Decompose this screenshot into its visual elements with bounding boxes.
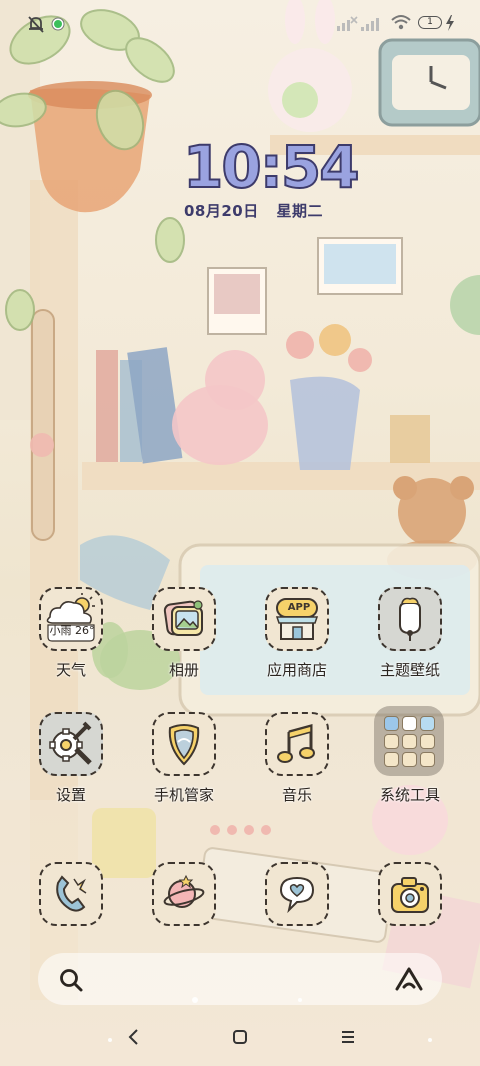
notification-muted-icon (28, 16, 44, 33)
signal-bars-icon (361, 18, 379, 31)
system-tools-folder-icon (374, 706, 444, 776)
app-label-theme-wallpaper: 主题壁纸 (379, 661, 440, 679)
status-bar: 1 (0, 0, 480, 50)
messages-heart-icon (265, 862, 329, 926)
battery-level: 1 (427, 17, 433, 27)
theme-wallpaper-icon (378, 587, 442, 651)
app-music[interactable]: 音乐 (247, 712, 347, 822)
weather-widget-text: 小雨 26° (49, 624, 95, 637)
clock-weekday: 星期二 (276, 202, 323, 220)
app-system-tools-folder[interactable]: 系统工具 (360, 706, 460, 822)
signal-x-icon (337, 16, 358, 31)
app-store-icon: APP (265, 587, 329, 651)
app-app-store[interactable]: APP 应用商店 (247, 587, 347, 697)
charging-icon (446, 15, 454, 31)
green-dot-icon (51, 17, 65, 31)
clock-time[interactable]: 10:54 (182, 137, 361, 197)
app-store-badge-text: APP (287, 602, 311, 613)
phone-icon (39, 862, 103, 926)
search-icon[interactable] (58, 967, 84, 993)
app-gallery[interactable]: 相册 (134, 587, 234, 697)
weather-icon: 小雨 26° (39, 587, 103, 651)
app-weather[interactable]: 小雨 26° 天气 (21, 587, 121, 697)
app-phone-manager[interactable]: 手机管家 (134, 712, 234, 822)
search-bar[interactable] (38, 953, 442, 1005)
app-settings[interactable]: 设置 (21, 712, 121, 822)
app-label-system-tools: 系统工具 (379, 786, 440, 804)
navigation-bar (0, 1010, 480, 1066)
gallery-icon (152, 587, 216, 651)
app-label-music: 音乐 (281, 786, 312, 804)
app-label-app-store: 应用商店 (266, 661, 327, 679)
home-screen: 1 10:54 08月20日 星期二 小雨 26° 天气 相册 APP 应用商店… (0, 0, 480, 1066)
clock-date: 08月20日 (184, 202, 259, 220)
battery-icon: 1 (418, 16, 442, 29)
app-label-phone-manager: 手机管家 (153, 786, 214, 804)
app-label-weather: 天气 (55, 661, 86, 679)
app-theme-wallpaper[interactable]: 主题壁纸 (360, 587, 460, 697)
wifi-icon (391, 15, 411, 30)
assistant-triangle-icon[interactable] (394, 965, 424, 993)
phone-manager-shield-icon (152, 712, 216, 776)
app-label-settings: 设置 (55, 786, 86, 804)
camera-icon (378, 862, 442, 926)
home-icon[interactable] (230, 1027, 250, 1047)
settings-gear-icon (39, 712, 103, 776)
recents-menu-icon[interactable] (338, 1027, 358, 1047)
music-note-icon (265, 712, 329, 776)
clock-date-row: 08月20日 星期二 (184, 200, 335, 221)
browser-planet-icon (152, 862, 216, 926)
app-label-gallery: 相册 (168, 661, 199, 679)
back-icon[interactable] (124, 1027, 144, 1047)
